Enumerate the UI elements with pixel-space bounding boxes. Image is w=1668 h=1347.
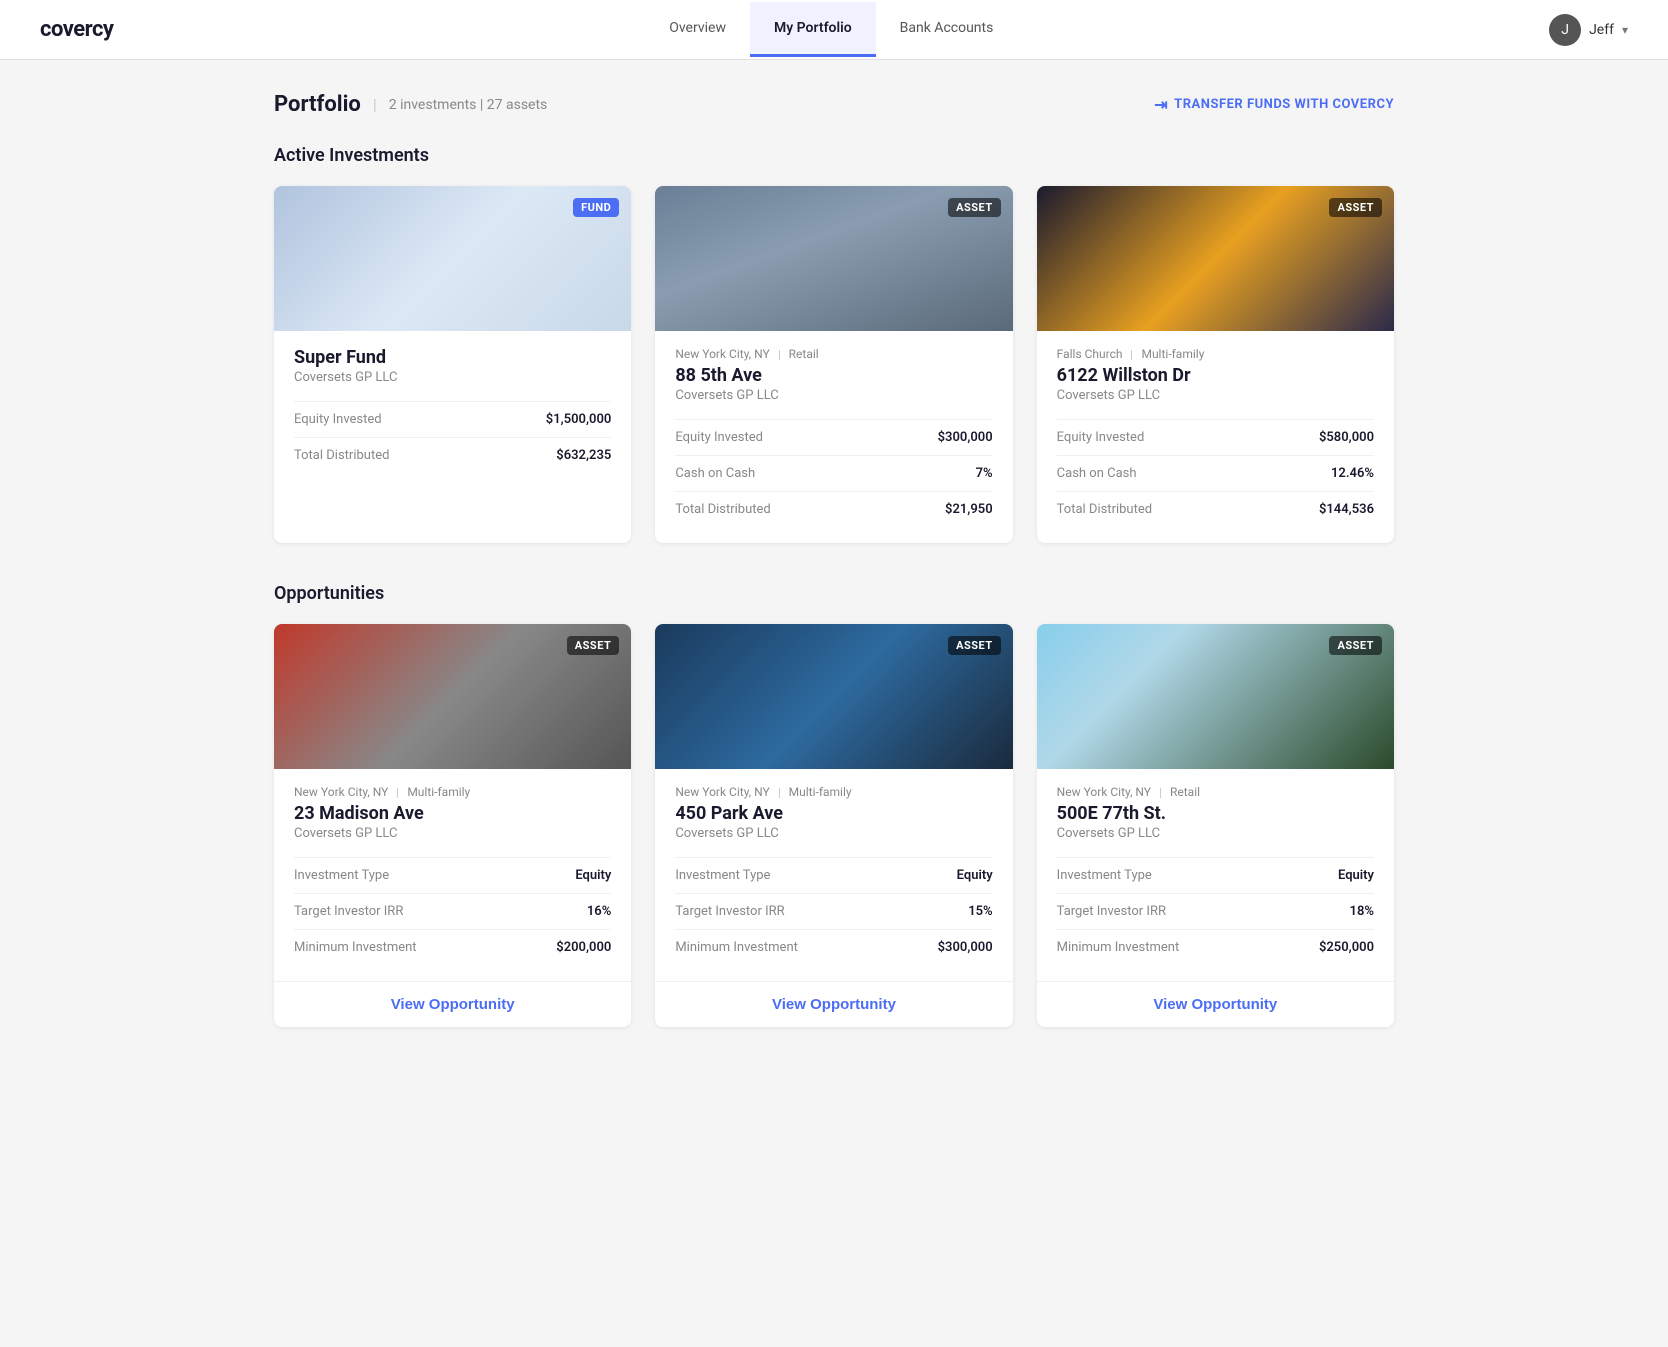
card-name: 88 5th Ave (675, 365, 992, 386)
portfolio-title: Portfolio (274, 92, 361, 117)
card-body-6122-willston: Falls Church Multi-family 6122 Willston … (1037, 331, 1394, 543)
view-opportunity-button[interactable]: View Opportunity (274, 981, 631, 1027)
card-6122-willston: ASSET Falls Church Multi-family 6122 Wil… (1037, 186, 1394, 543)
stat-target-irr: Target Investor IRR 15% (675, 894, 992, 930)
card-image-super-fund: FUND (274, 186, 631, 331)
card-name: 23 Madison Ave (294, 803, 611, 824)
card-stats: Investment Type Equity Target Investor I… (294, 857, 611, 965)
card-450-park-ave: ASSET New York City, NY Multi-family 450… (655, 624, 1012, 1027)
card-name: 450 Park Ave (675, 803, 992, 824)
nav-my-portfolio[interactable]: My Portfolio (750, 2, 876, 57)
card-company: Coversets GP LLC (675, 388, 992, 403)
main-content: Portfolio | 2 investments | 27 assets ⇥ … (234, 60, 1434, 1099)
card-body-23-madison: New York City, NY Multi-family 23 Madiso… (274, 769, 631, 981)
stat-equity-invested: Equity Invested $1,500,000 (294, 402, 611, 438)
portfolio-title-group: Portfolio | 2 investments | 27 assets (274, 92, 547, 117)
active-investments-grid: FUND Super Fund Coversets GP LLC Equity … (274, 186, 1394, 543)
nav-links: Overview My Portfolio Bank Accounts (645, 2, 1017, 57)
card-location: New York City, NY Multi-family (294, 785, 611, 799)
avatar: J (1549, 14, 1581, 46)
card-badge-asset: ASSET (567, 636, 620, 655)
card-500e-77th-st: ASSET New York City, NY Retail 500E 77th… (1037, 624, 1394, 1027)
card-badge-asset: ASSET (1329, 636, 1382, 655)
card-company: Coversets GP LLC (294, 370, 611, 385)
card-badge-fund: FUND (573, 198, 619, 217)
stat-total-distributed: Total Distributed $21,950 (675, 492, 992, 527)
card-body-450-park: New York City, NY Multi-family 450 Park … (655, 769, 1012, 981)
card-body-88-5th: New York City, NY Retail 88 5th Ave Cove… (655, 331, 1012, 543)
card-company: Coversets GP LLC (294, 826, 611, 841)
card-stats: Equity Invested $1,500,000 Total Distrib… (294, 401, 611, 473)
divider: | (373, 95, 377, 114)
user-menu[interactable]: J Jeff ▾ (1549, 14, 1628, 46)
portfolio-header: Portfolio | 2 investments | 27 assets ⇥ … (274, 92, 1394, 117)
transfer-funds-button[interactable]: ⇥ TRANSFER FUNDS WITH COVERCY (1154, 95, 1394, 114)
navbar: covercy Overview My Portfolio Bank Accou… (0, 0, 1668, 60)
card-company: Coversets GP LLC (1057, 826, 1374, 841)
card-image-23-madison: ASSET (274, 624, 631, 769)
card-super-fund: FUND Super Fund Coversets GP LLC Equity … (274, 186, 631, 543)
nav-bank-accounts[interactable]: Bank Accounts (876, 2, 1018, 57)
card-company: Coversets GP LLC (675, 826, 992, 841)
card-company: Coversets GP LLC (1057, 388, 1374, 403)
card-location: New York City, NY Retail (675, 347, 992, 361)
card-image-500e-77th: ASSET (1037, 624, 1394, 769)
card-name: 500E 77th St. (1057, 803, 1374, 824)
portfolio-meta: 2 investments | 27 assets (389, 97, 548, 113)
stat-cash-on-cash: Cash on Cash 12.46% (1057, 456, 1374, 492)
card-name: Super Fund (294, 347, 611, 368)
card-body-super-fund: Super Fund Coversets GP LLC Equity Inves… (274, 331, 631, 489)
transfer-funds-label: TRANSFER FUNDS WITH COVERCY (1174, 97, 1394, 112)
transfer-icon: ⇥ (1154, 95, 1168, 114)
stat-target-irr: Target Investor IRR 18% (1057, 894, 1374, 930)
stat-total-distributed: Total Distributed $144,536 (1057, 492, 1374, 527)
card-stats: Investment Type Equity Target Investor I… (1057, 857, 1374, 965)
stat-min-investment: Minimum Investment $250,000 (1057, 930, 1374, 965)
stat-equity-invested: Equity Invested $300,000 (675, 420, 992, 456)
card-stats: Investment Type Equity Target Investor I… (675, 857, 992, 965)
card-stats: Equity Invested $580,000 Cash on Cash 12… (1057, 419, 1374, 527)
stat-target-irr: Target Investor IRR 16% (294, 894, 611, 930)
username: Jeff (1589, 22, 1614, 38)
stat-equity-invested: Equity Invested $580,000 (1057, 420, 1374, 456)
card-badge-asset: ASSET (948, 636, 1001, 655)
card-badge-asset: ASSET (948, 198, 1001, 217)
stat-investment-type: Investment Type Equity (675, 858, 992, 894)
card-image-6122-willston: ASSET (1037, 186, 1394, 331)
stat-investment-type: Investment Type Equity (294, 858, 611, 894)
card-stats: Equity Invested $300,000 Cash on Cash 7%… (675, 419, 992, 527)
card-23-madison-ave: ASSET New York City, NY Multi-family 23 … (274, 624, 631, 1027)
opportunities-title: Opportunities (274, 583, 1394, 604)
logo: covercy (40, 17, 114, 42)
card-body-500e-77th: New York City, NY Retail 500E 77th St. C… (1037, 769, 1394, 981)
view-opportunity-button[interactable]: View Opportunity (1037, 981, 1394, 1027)
view-opportunity-button[interactable]: View Opportunity (655, 981, 1012, 1027)
stat-min-investment: Minimum Investment $200,000 (294, 930, 611, 965)
stat-investment-type: Investment Type Equity (1057, 858, 1374, 894)
card-location: New York City, NY Multi-family (675, 785, 992, 799)
card-location: Falls Church Multi-family (1057, 347, 1374, 361)
chevron-down-icon: ▾ (1622, 23, 1628, 37)
card-location: New York City, NY Retail (1057, 785, 1374, 799)
card-image-88-5th: ASSET (655, 186, 1012, 331)
nav-overview[interactable]: Overview (645, 2, 750, 57)
stat-min-investment: Minimum Investment $300,000 (675, 930, 992, 965)
stat-total-distributed: Total Distributed $632,235 (294, 438, 611, 473)
card-badge-asset: ASSET (1329, 198, 1382, 217)
card-88-5th-ave: ASSET New York City, NY Retail 88 5th Av… (655, 186, 1012, 543)
active-investments-title: Active Investments (274, 145, 1394, 166)
card-name: 6122 Willston Dr (1057, 365, 1374, 386)
opportunities-grid: ASSET New York City, NY Multi-family 23 … (274, 624, 1394, 1027)
stat-cash-on-cash: Cash on Cash 7% (675, 456, 992, 492)
card-image-450-park: ASSET (655, 624, 1012, 769)
